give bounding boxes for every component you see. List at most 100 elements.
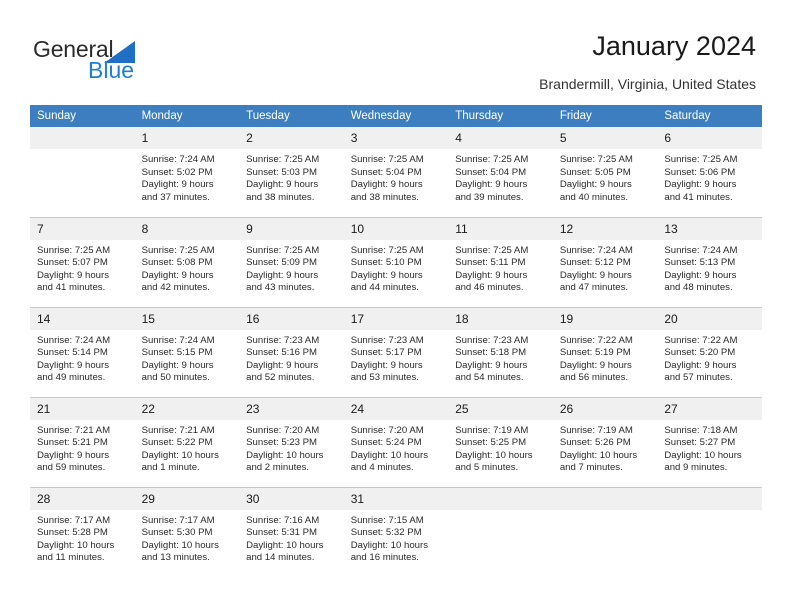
daylight-text-line2: and 57 minutes.	[664, 372, 733, 384]
calendar-day-cell[interactable]: 2 Sunrise: 7:25 AM Sunset: 5:03 PM Daylight…	[239, 127, 344, 217]
daylight-text-line1: Daylight: 9 hours	[246, 359, 319, 371]
day-number: 30	[239, 487, 344, 510]
day-number: 11	[448, 217, 553, 240]
day-sun-info: Sunrise: 7:15 AM Sunset: 5:32 PM Daylight:…	[344, 510, 449, 565]
day-sun-info: Sunrise: 7:23 AM Sunset: 5:16 PM Daylight:…	[239, 330, 344, 385]
calendar-week-row: 21 Sunrise: 7:21 AM Sunset: 5:21 PM Dayligh…	[30, 396, 762, 487]
day-number: 21	[30, 397, 135, 420]
sunset-text: Sunset: 5:06 PM	[664, 166, 736, 178]
day-sun-info: Sunrise: 7:22 AM Sunset: 5:20 PM Daylight:…	[657, 330, 762, 385]
calendar-day-cell[interactable]: 30 Sunrise: 7:16 AM Sunset: 5:31 PM Dayligh…	[239, 486, 344, 577]
calendar-day-cell[interactable]: 19 Sunrise: 7:22 AM Sunset: 5:19 PM Dayligh…	[552, 306, 658, 397]
sunset-text: Sunset: 5:11 PM	[455, 257, 526, 269]
calendar-day-cell[interactable]: 23 Sunrise: 7:20 AM Sunset: 5:23 PM Dayligh…	[239, 396, 344, 487]
day-sun-info	[553, 510, 658, 515]
sunset-text: Sunset: 5:25 PM	[455, 437, 527, 449]
weekday-header-friday: Friday	[552, 105, 658, 127]
day-number: 15	[134, 307, 240, 330]
day-sun-info: Sunrise: 7:25 AM Sunset: 5:11 PM Daylight:…	[448, 240, 553, 295]
calendar-day-cell[interactable]: 9 Sunrise: 7:25 AM Sunset: 5:09 PM Daylight…	[239, 216, 344, 307]
calendar-day-cell[interactable]: 14 Sunrise: 7:24 AM Sunset: 5:14 PM Dayligh…	[30, 306, 135, 397]
daylight-text-line1: Daylight: 9 hours	[455, 269, 528, 281]
day-sun-info: Sunrise: 7:24 AM Sunset: 5:12 PM Daylight:…	[553, 240, 658, 295]
calendar-day-cell[interactable]: 17 Sunrise: 7:23 AM Sunset: 5:17 PM Dayligh…	[343, 306, 449, 397]
day-number: 27	[657, 397, 762, 420]
calendar-day-cell[interactable]: 12 Sunrise: 7:24 AM Sunset: 5:12 PM Dayligh…	[552, 216, 658, 307]
daylight-text-line1: Daylight: 10 hours	[455, 449, 533, 461]
daylight-text-line2: and 52 minutes.	[246, 372, 315, 384]
day-number: 1	[134, 127, 240, 149]
sunset-text: Sunset: 5:28 PM	[37, 527, 108, 539]
daylight-text-line2: and 46 minutes.	[455, 282, 524, 294]
day-sun-info: Sunrise: 7:22 AM Sunset: 5:19 PM Daylight:…	[553, 330, 658, 385]
day-number: 6	[657, 127, 762, 149]
weekday-header-row: Sunday Monday Tuesday Wednesday Thursday…	[30, 105, 762, 127]
day-number: 13	[657, 217, 762, 240]
day-sun-info: Sunrise: 7:19 AM Sunset: 5:26 PM Daylight:…	[553, 420, 658, 475]
calendar-day-cell[interactable]: 10 Sunrise: 7:25 AM Sunset: 5:10 PM Dayligh…	[343, 216, 449, 307]
day-number: 25	[448, 397, 553, 420]
day-number: 2	[239, 127, 344, 149]
weekday-header-sunday: Sunday	[30, 105, 135, 127]
calendar-day-cell[interactable]: 25 Sunrise: 7:19 AM Sunset: 5:25 PM Dayligh…	[448, 396, 553, 487]
calendar-day-cell[interactable]: 3 Sunrise: 7:25 AM Sunset: 5:04 PM Daylight…	[343, 127, 449, 217]
sunset-text: Sunset: 5:27 PM	[664, 437, 736, 449]
daylight-text-line1: Daylight: 9 hours	[455, 179, 528, 191]
weekday-header-tuesday: Tuesday	[239, 105, 344, 127]
sunset-text: Sunset: 5:20 PM	[664, 347, 736, 359]
calendar-grid: Sunday Monday Tuesday Wednesday Thursday…	[30, 105, 762, 577]
general-blue-logo[interactable]: General Blue	[33, 36, 253, 92]
calendar-day-cell[interactable]: 1 Sunrise: 7:24 AM Sunset: 5:02 PM Daylight…	[134, 127, 240, 217]
daylight-text-line1: Daylight: 9 hours	[246, 269, 319, 281]
daylight-text-line1: Daylight: 9 hours	[664, 269, 737, 281]
daylight-text-line1: Daylight: 9 hours	[350, 359, 423, 371]
sunset-text: Sunset: 5:19 PM	[559, 347, 631, 359]
sunset-text: Sunset: 5:30 PM	[141, 527, 213, 539]
day-number: 9	[239, 217, 344, 240]
sunset-text: Sunset: 5:23 PM	[246, 437, 318, 449]
day-sun-info: Sunrise: 7:24 AM Sunset: 5:02 PM Daylight:…	[135, 149, 240, 204]
calendar-day-cell[interactable]: 26 Sunrise: 7:19 AM Sunset: 5:26 PM Dayligh…	[552, 396, 658, 487]
sunrise-text: Sunrise: 7:23 AM	[246, 334, 320, 346]
day-sun-info: Sunrise: 7:24 AM Sunset: 5:14 PM Daylight:…	[30, 330, 135, 385]
day-sun-info: Sunrise: 7:21 AM Sunset: 5:22 PM Daylight:…	[135, 420, 240, 475]
calendar-day-cell[interactable]: 20 Sunrise: 7:22 AM Sunset: 5:20 PM Dayligh…	[657, 306, 762, 397]
day-sun-info: Sunrise: 7:17 AM Sunset: 5:28 PM Daylight:…	[30, 510, 135, 565]
calendar-day-cell[interactable]: 15 Sunrise: 7:24 AM Sunset: 5:15 PM Dayligh…	[134, 306, 240, 397]
calendar-day-cell-empty	[30, 127, 135, 217]
daylight-text-line1: Daylight: 9 hours	[37, 269, 109, 281]
day-sun-info	[30, 149, 135, 154]
calendar-day-cell[interactable]: 21 Sunrise: 7:21 AM Sunset: 5:21 PM Dayligh…	[30, 396, 135, 487]
calendar-day-cell[interactable]: 6 Sunrise: 7:25 AM Sunset: 5:06 PM Daylight…	[657, 127, 762, 217]
calendar-day-cell[interactable]: 11 Sunrise: 7:25 AM Sunset: 5:11 PM Dayligh…	[448, 216, 553, 307]
calendar-day-cell[interactable]: 7 Sunrise: 7:25 AM Sunset: 5:07 PM Daylight…	[30, 216, 135, 307]
day-number: 23	[239, 397, 344, 420]
day-number: 17	[343, 307, 449, 330]
sunrise-text: Sunrise: 7:25 AM	[350, 244, 424, 256]
daylight-text-line2: and 41 minutes.	[664, 191, 733, 203]
calendar-day-cell[interactable]: 29 Sunrise: 7:17 AM Sunset: 5:30 PM Dayligh…	[134, 486, 240, 577]
sunrise-text: Sunrise: 7:20 AM	[246, 424, 320, 436]
calendar-day-cell[interactable]: 16 Sunrise: 7:23 AM Sunset: 5:16 PM Dayligh…	[239, 306, 344, 397]
calendar-day-cell[interactable]: 18 Sunrise: 7:23 AM Sunset: 5:18 PM Dayligh…	[448, 306, 553, 397]
calendar-day-cell[interactable]: 31 Sunrise: 7:15 AM Sunset: 5:32 PM Dayligh…	[343, 486, 449, 577]
daylight-text-line1: Daylight: 10 hours	[141, 449, 219, 461]
calendar-day-cell[interactable]: 27 Sunrise: 7:18 AM Sunset: 5:27 PM Dayligh…	[657, 396, 762, 487]
calendar-day-cell[interactable]: 4 Sunrise: 7:25 AM Sunset: 5:04 PM Daylight…	[448, 127, 553, 217]
daylight-text-line2: and 40 minutes.	[559, 191, 629, 203]
sunset-text: Sunset: 5:02 PM	[141, 166, 213, 178]
sunset-text: Sunset: 5:10 PM	[350, 257, 422, 269]
calendar-day-cell[interactable]: 13 Sunrise: 7:24 AM Sunset: 5:13 PM Dayligh…	[657, 216, 762, 307]
calendar-day-cell[interactable]: 22 Sunrise: 7:21 AM Sunset: 5:22 PM Dayligh…	[134, 396, 240, 487]
calendar-day-cell[interactable]: 8 Sunrise: 7:25 AM Sunset: 5:08 PM Daylight…	[134, 216, 240, 307]
sunset-text: Sunset: 5:18 PM	[455, 347, 527, 359]
day-number: 20	[657, 307, 762, 330]
calendar-day-cell[interactable]: 28 Sunrise: 7:17 AM Sunset: 5:28 PM Dayligh…	[30, 486, 135, 577]
daylight-text-line1: Daylight: 9 hours	[455, 359, 528, 371]
page-title: January 2024	[592, 31, 756, 61]
calendar-day-cell[interactable]: 24 Sunrise: 7:20 AM Sunset: 5:24 PM Dayligh…	[343, 396, 449, 487]
sunrise-text: Sunrise: 7:25 AM	[141, 244, 215, 256]
day-sun-info: Sunrise: 7:25 AM Sunset: 5:03 PM Daylight:…	[239, 149, 344, 204]
calendar-day-cell[interactable]: 5 Sunrise: 7:25 AM Sunset: 5:05 PM Daylight…	[552, 127, 658, 217]
sunrise-text: Sunrise: 7:24 AM	[37, 334, 111, 346]
